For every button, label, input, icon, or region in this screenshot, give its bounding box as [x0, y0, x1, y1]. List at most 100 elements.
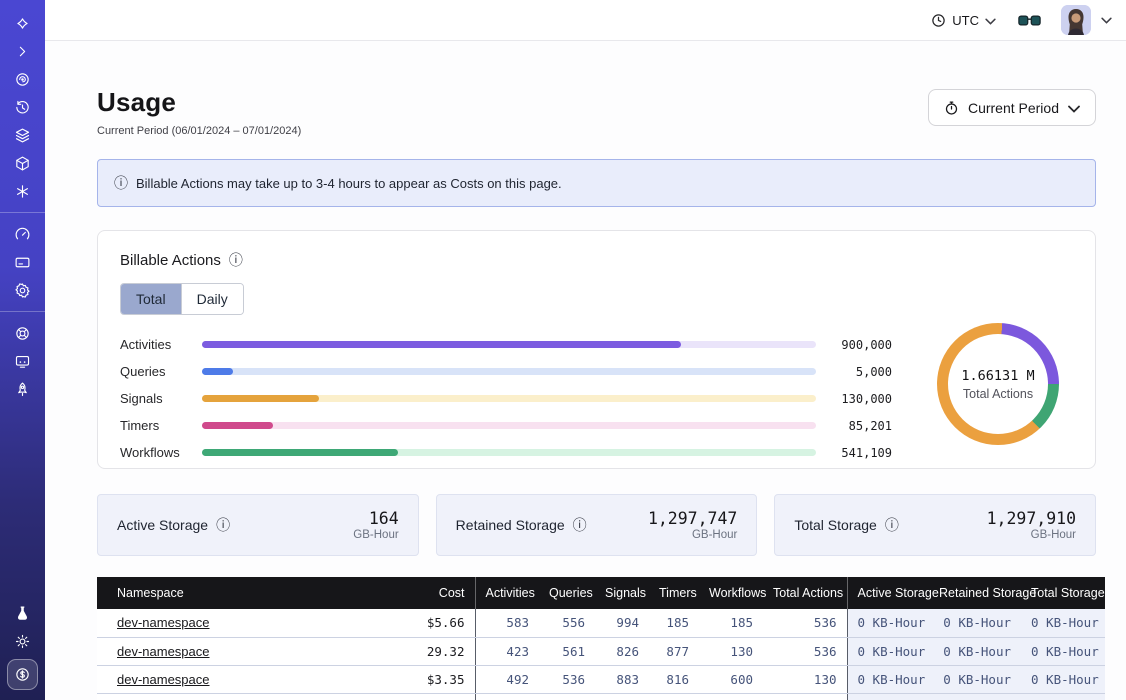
cost-cell: 29.32: [387, 637, 475, 665]
info-icon[interactable]: ⓘ: [216, 515, 230, 535]
namespace-link[interactable]: dev-namespace: [117, 644, 210, 659]
bar-track: [202, 422, 816, 429]
chevron-down-icon: [1068, 100, 1080, 116]
cost-cell: $5.66: [387, 609, 475, 637]
col-retained-storage[interactable]: Retained Storage: [929, 577, 1021, 609]
bar-label: Queries: [120, 364, 190, 379]
retained-storage-cell: 0 KB-Hour: [929, 609, 1021, 637]
dollar-coin-icon[interactable]: [7, 659, 38, 690]
avatar[interactable]: [1061, 5, 1091, 35]
bar-track: [202, 395, 816, 402]
lifebuoy-icon[interactable]: [0, 319, 45, 347]
bar-row-activities: Activities 900,000: [120, 331, 892, 358]
cube-icon[interactable]: [0, 149, 45, 177]
rocket-icon[interactable]: [0, 375, 45, 403]
bar-fill: [202, 395, 319, 402]
billable-actions-bar-chart: Activities 900,000 Queries 5,000 Signals: [120, 331, 892, 466]
asterisk-icon[interactable]: [0, 177, 45, 205]
retained-storage-cell: 0 KB-Hour: [929, 637, 1021, 665]
sidebar: [0, 0, 45, 700]
page-header: Usage Current Period (06/01/2024 – 07/01…: [97, 87, 1096, 137]
queries-cell: [539, 693, 595, 700]
gauge-icon[interactable]: [0, 220, 45, 248]
total-storage-label: Total Storage ⓘ: [794, 515, 899, 535]
history-icon[interactable]: [0, 93, 45, 121]
bar-row-workflows: Workflows 541,109: [120, 439, 892, 466]
col-signals[interactable]: Signals: [595, 577, 649, 609]
queries-cell: 536: [539, 665, 595, 693]
bar-label: Timers: [120, 418, 190, 433]
tab-daily[interactable]: Daily: [181, 284, 243, 314]
page-title: Usage: [97, 87, 301, 118]
chevron-down-icon: [985, 13, 996, 28]
active-storage-card: Active Storage ⓘ 164 GB-Hour: [97, 494, 419, 556]
timezone-label: UTC: [952, 13, 979, 28]
chevron-right-icon[interactable]: [0, 37, 45, 65]
billing-card-icon[interactable]: [0, 248, 45, 276]
signals-cell: [595, 693, 649, 700]
bar-label: Activities: [120, 337, 190, 352]
timers-cell: 185: [649, 609, 699, 637]
total-actions-cell: 536: [763, 609, 847, 637]
info-icon: ⓘ: [114, 173, 128, 193]
total-actions-cell: 130: [763, 665, 847, 693]
timezone-selector[interactable]: UTC: [931, 13, 996, 28]
total-daily-tabs: Total Daily: [120, 283, 244, 315]
namespace-link[interactable]: dev-namespace: [117, 672, 210, 687]
cost-cell: $3.35: [387, 665, 475, 693]
active-storage-cell: [847, 693, 929, 700]
gear-icon[interactable]: [0, 276, 45, 304]
activities-cell: 492: [475, 665, 539, 693]
workflows-cell: [699, 693, 763, 700]
col-total-actions[interactable]: Total Actions: [763, 577, 847, 609]
retained-storage-cell: 0 KB-Hour: [929, 665, 1021, 693]
retained-storage-unit: GB-Hour: [648, 529, 737, 541]
col-queries[interactable]: Queries: [539, 577, 595, 609]
col-active-storage[interactable]: Active Storage: [847, 577, 929, 609]
timers-cell: 816: [649, 665, 699, 693]
table-row: dev-namespace 29.32 423 561 826 877 130 …: [97, 637, 1105, 665]
table-header-row: Namespace Cost Activities Queries Signal…: [97, 577, 1105, 609]
col-workflows[interactable]: Workflows: [699, 577, 763, 609]
info-icon[interactable]: ⓘ: [229, 250, 243, 270]
period-selector-button[interactable]: Current Period: [928, 89, 1096, 126]
namespaces-icon[interactable]: [0, 65, 45, 93]
storage-label-text: Retained Storage: [456, 517, 565, 533]
info-icon[interactable]: ⓘ: [573, 515, 587, 535]
donut-center-label: Total Actions: [963, 387, 1033, 401]
temporal-logo-icon[interactable]: [0, 9, 45, 37]
feedback-monitor-icon[interactable]: [0, 347, 45, 375]
tab-total[interactable]: Total: [121, 284, 181, 314]
info-icon[interactable]: ⓘ: [885, 515, 899, 535]
bar-value: 5,000: [830, 365, 892, 379]
total-storage-cell: 0 KB-Hour: [1021, 637, 1105, 665]
total-actions-donut: 1.66131 M Total Actions: [937, 323, 1059, 445]
bar-track: [202, 449, 816, 456]
chevron-down-icon[interactable]: [1101, 11, 1112, 29]
workflows-cell: 130: [699, 637, 763, 665]
layers-icon[interactable]: [0, 121, 45, 149]
col-namespace[interactable]: Namespace: [97, 577, 387, 609]
period-button-label: Current Period: [968, 100, 1059, 116]
col-activities[interactable]: Activities: [475, 577, 539, 609]
signals-cell: 883: [595, 665, 649, 693]
namespace-link[interactable]: dev-namespace: [117, 615, 210, 630]
active-storage-unit: GB-Hour: [353, 529, 398, 541]
glasses-icon[interactable]: [1018, 14, 1041, 27]
flask-icon[interactable]: [0, 599, 45, 627]
bar-fill: [202, 449, 398, 456]
col-timers[interactable]: Timers: [649, 577, 699, 609]
sun-icon[interactable]: [0, 627, 45, 655]
bar-label: Signals: [120, 391, 190, 406]
retained-storage-value: 1,297,747: [648, 509, 737, 528]
total-storage-card: Total Storage ⓘ 1,297,910 GB-Hour: [774, 494, 1096, 556]
signals-cell: 826: [595, 637, 649, 665]
col-total-storage[interactable]: Total Storage: [1021, 577, 1105, 609]
total-actions-cell: [763, 693, 847, 700]
active-storage-cell: 0 KB-Hour: [847, 665, 929, 693]
signals-cell: 994: [595, 609, 649, 637]
donut-center: 1.66131 M Total Actions: [948, 334, 1048, 434]
col-cost[interactable]: Cost: [387, 577, 475, 609]
bar-track: [202, 341, 816, 348]
storage-label-text: Total Storage: [794, 517, 877, 533]
